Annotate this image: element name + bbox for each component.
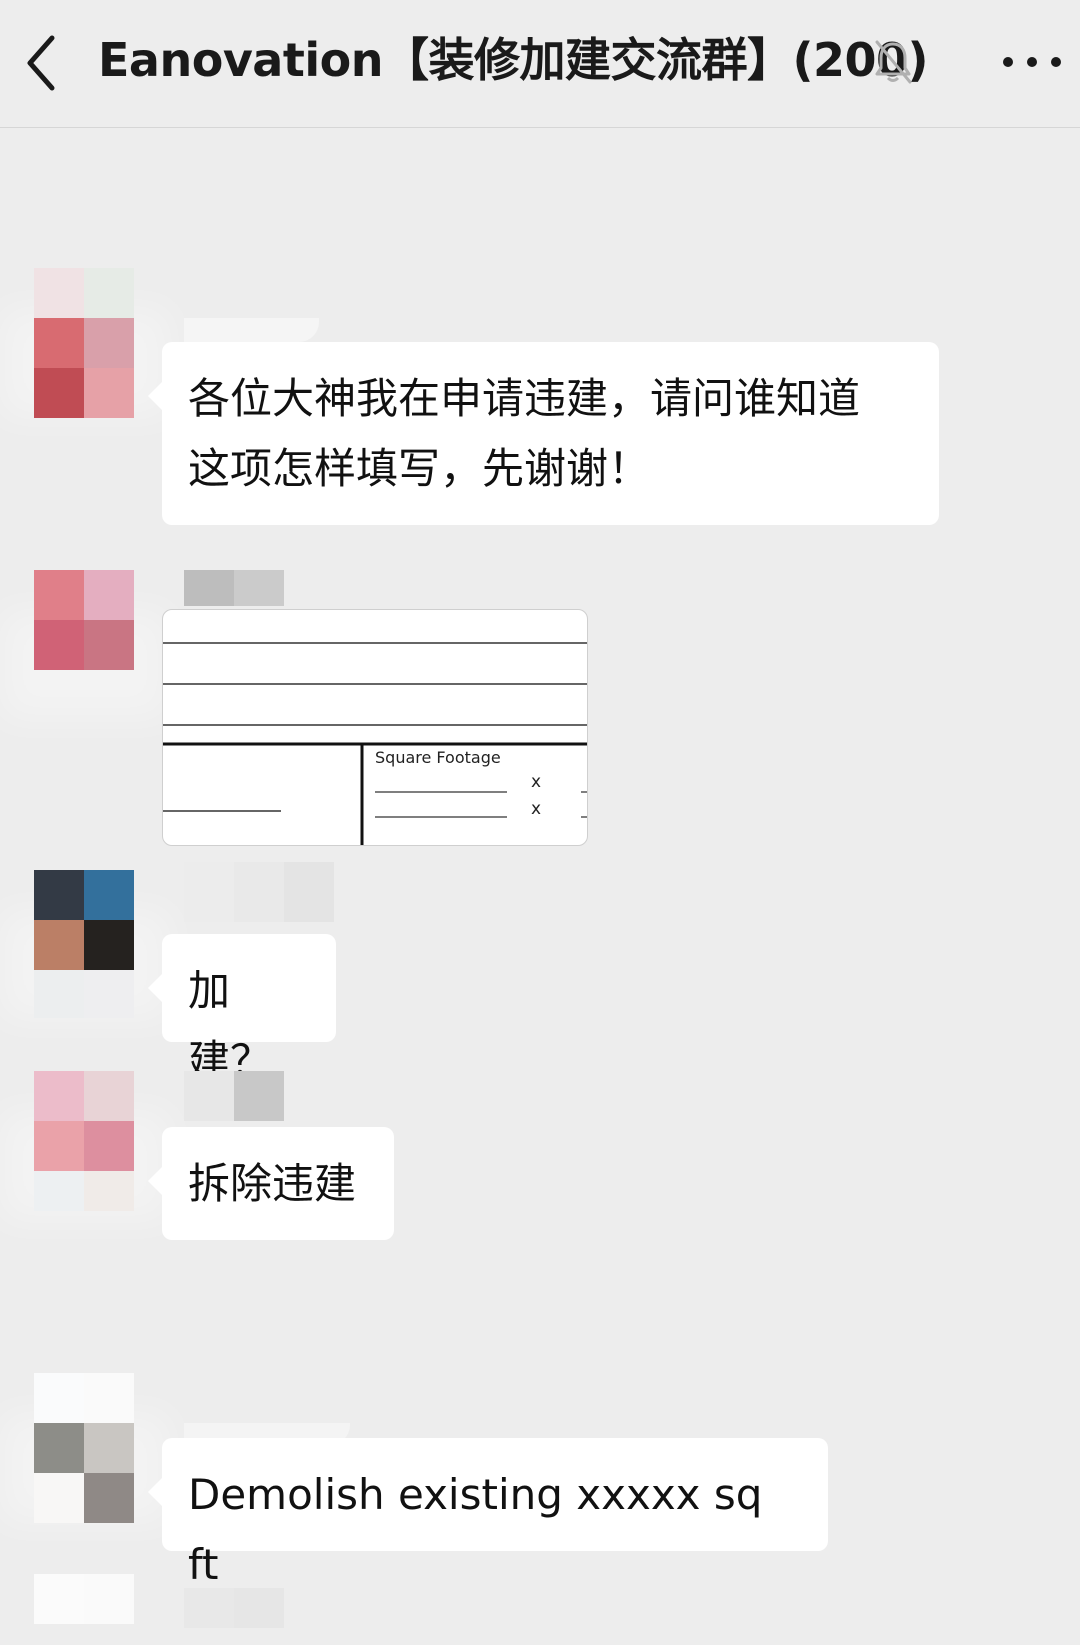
back-button[interactable]	[18, 28, 78, 98]
image-message[interactable]: Square Footage x x	[162, 609, 588, 846]
message-bubble[interactable]: 各位大神我在申请违建，请问谁知道 这项怎样填写，先谢谢！	[148, 342, 939, 525]
avatar[interactable]	[0, 268, 170, 418]
avatar[interactable]	[0, 1373, 170, 1523]
avatar[interactable]	[0, 870, 170, 1020]
message-bubble[interactable]: 拆除违建	[148, 1127, 394, 1240]
message-bubble[interactable]: 加建？	[148, 934, 336, 1085]
form-label: Square Footage	[375, 748, 501, 767]
message-text: 拆除违建	[188, 1159, 357, 1208]
chat-header: Eanovation【装修加建交流群】(200)	[0, 0, 1080, 128]
form-x-mark: x	[531, 772, 542, 792]
form-x-mark: x	[531, 799, 542, 819]
message-text: Demolish existing xxxxx sq ft	[188, 1470, 763, 1589]
chevron-left-icon	[27, 35, 55, 91]
chat-title: Eanovation【装修加建交流群】(200)	[98, 33, 929, 87]
more-dots-icon	[1003, 57, 1061, 67]
avatar[interactable]	[0, 570, 170, 720]
message-text: 各位大神我在申请违建，请问谁知道 这项怎样填写，先谢谢！	[188, 374, 861, 493]
avatar[interactable]	[34, 1574, 134, 1645]
avatar[interactable]	[0, 1071, 170, 1221]
more-options-button[interactable]	[1000, 44, 1064, 80]
message-bubble[interactable]: Demolish existing xxxxx sq ft	[148, 1438, 828, 1589]
message-text: 加建？	[188, 966, 273, 1085]
bell-off-icon	[872, 38, 914, 84]
